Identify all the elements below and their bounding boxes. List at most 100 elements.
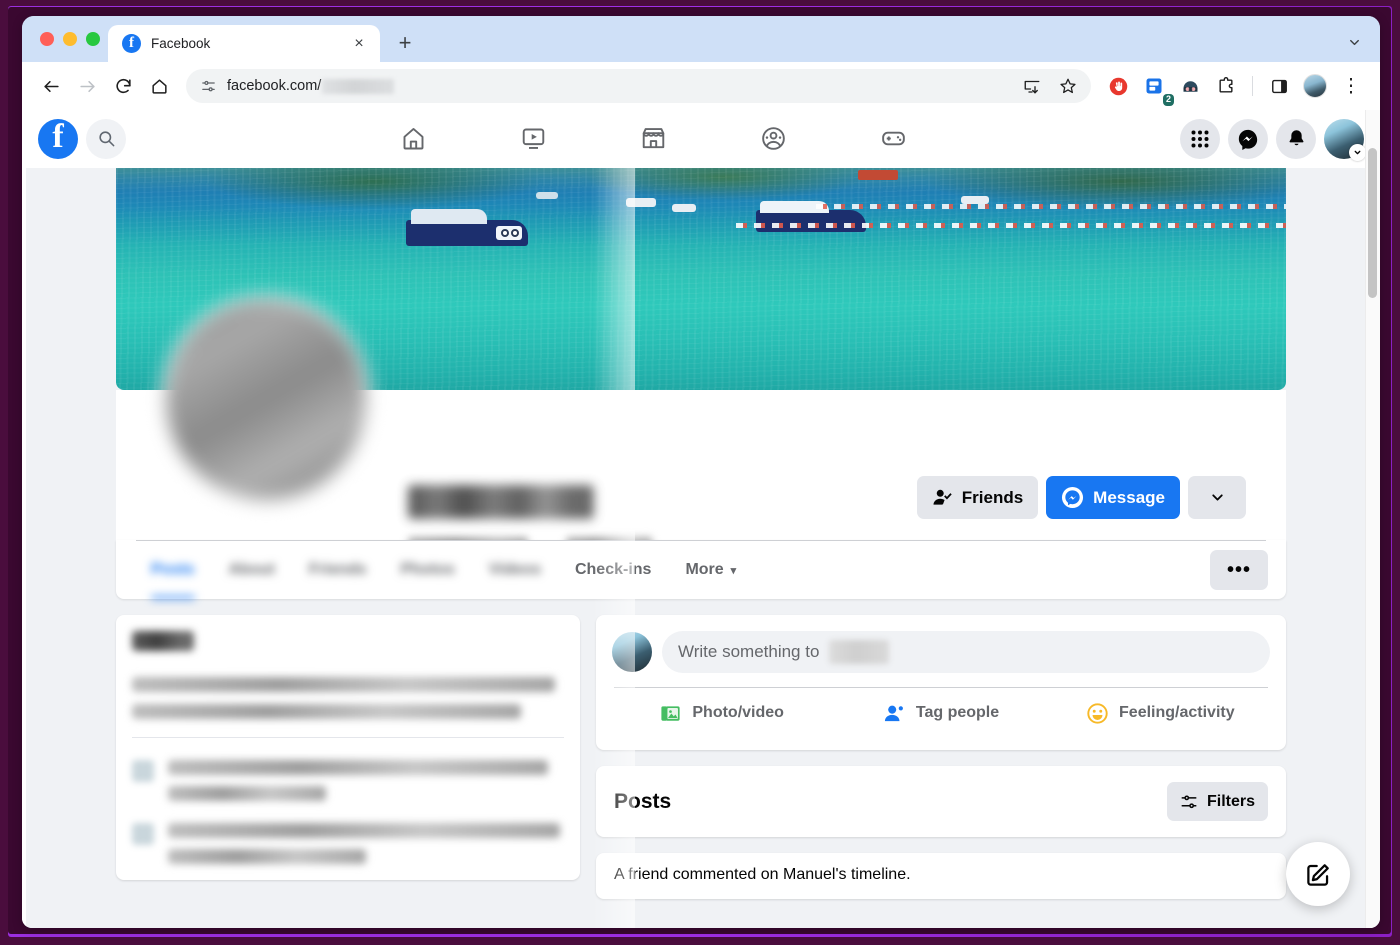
jetski-b (672, 204, 696, 212)
minimize-window-button[interactable] (63, 32, 77, 46)
composer-divider (614, 687, 1268, 688)
profile-tabbar-wrap: Posts About Friends Photos Videos Check-… (116, 540, 1286, 599)
puzzle-extensions-icon[interactable] (1209, 69, 1243, 103)
close-window-button[interactable] (40, 32, 54, 46)
browser-toolbar: facebook.com/ 2 ⋮ (22, 62, 1380, 110)
browser-profile-avatar[interactable] (1298, 69, 1332, 103)
tag-people-icon (883, 702, 906, 725)
feeling-activity-label: Feeling/activity (1119, 704, 1235, 721)
compose-post-fab[interactable] (1286, 842, 1350, 906)
profile-tab-friends[interactable]: Friends (292, 541, 384, 599)
intro-divider (132, 737, 564, 738)
omnibox-actions (1015, 69, 1085, 103)
reload-button[interactable] (106, 69, 140, 103)
profile-tab-label: Check-ins (574, 561, 652, 578)
message-button-label: Message (1093, 487, 1165, 507)
feeling-activity-button[interactable]: Feeling/activity (1051, 692, 1270, 734)
nav-tab-gaming[interactable] (866, 119, 920, 159)
intro-card (116, 615, 580, 880)
adblock-extension-icon[interactable] (1101, 69, 1135, 103)
bell-icon[interactable] (1276, 118, 1316, 159)
facebook-logo[interactable]: f (38, 118, 78, 159)
post-composer-card: Write something to Photo/video Tag peopl… (596, 615, 1286, 750)
nav-tab-groups[interactable] (746, 119, 800, 159)
profile-content-columns: Write something to Photo/video Tag peopl… (116, 615, 1286, 899)
maximize-window-button[interactable] (86, 32, 100, 46)
facebook-profile-page: Friends Message Posts About Friends Phot… (22, 168, 1380, 899)
composer-placeholder: Write something to (678, 642, 820, 661)
intro-detail-row (132, 760, 564, 801)
profile-tab-label: Videos (488, 561, 541, 578)
forward-button[interactable] (70, 69, 104, 103)
profile-tab-videos[interactable]: Videos (472, 541, 558, 599)
close-tab-button[interactable]: × (348, 33, 370, 55)
facebook-nav-right (1180, 118, 1366, 161)
browser-menu-button[interactable]: ⋮ (1334, 69, 1368, 103)
page-scrollbar[interactable] (1365, 110, 1380, 928)
back-button[interactable] (34, 69, 68, 103)
profile-tab-checkins[interactable]: Check-ins (558, 541, 668, 599)
message-button[interactable]: Message (1046, 476, 1180, 519)
jetski-d (536, 192, 558, 199)
bookmark-star-icon[interactable] (1051, 69, 1085, 103)
address-bar[interactable]: facebook.com/ (186, 69, 1091, 103)
scrollbar-thumb[interactable] (1368, 148, 1377, 298)
messenger-icon (1061, 486, 1084, 509)
install-app-icon[interactable] (1015, 69, 1049, 103)
extension-badge-count: 2 (1162, 94, 1174, 106)
buoy-line-far (816, 204, 1286, 209)
profile-tab-label: Friends (308, 561, 367, 578)
page-viewport: f Friends Message Posts About Friends Ph… (22, 110, 1380, 928)
profile-overflow-button[interactable]: ••• (1210, 550, 1268, 590)
toolbar-divider (1252, 76, 1253, 96)
tab-search-caret-icon[interactable] (1340, 28, 1368, 56)
composer-input[interactable]: Write something to (662, 631, 1270, 673)
work-icon (132, 760, 154, 782)
menu-grid-icon[interactable] (1180, 118, 1220, 159)
right-column: Write something to Photo/video Tag peopl… (596, 615, 1286, 899)
tag-people-button[interactable]: Tag people (831, 692, 1050, 734)
buoy-line-near (736, 223, 1286, 228)
profile-tab-label: About (228, 561, 275, 578)
nav-tab-video[interactable] (506, 119, 560, 159)
browser-tab-facebook[interactable]: f Facebook × (108, 25, 380, 62)
first-post-card[interactable]: A friend commented on Manuel's timeline. (596, 853, 1286, 899)
browser-window: f Facebook × + facebook.com/ 2 ⋮ f Frien… (22, 16, 1380, 928)
nav-tab-home[interactable] (386, 119, 440, 159)
url-redacted-block (322, 78, 395, 94)
new-tab-button[interactable]: + (390, 28, 420, 58)
notes-extension-icon[interactable]: 2 (1137, 69, 1174, 106)
avatar (1303, 74, 1327, 98)
friends-button[interactable]: Friends (916, 476, 1039, 519)
profile-tab-posts[interactable]: Posts (134, 541, 212, 599)
tag-people-label: Tag people (915, 704, 1000, 721)
account-avatar-button[interactable] (1324, 118, 1366, 161)
profile-tab-photos[interactable]: Photos (384, 541, 472, 599)
profile-tab-label: Posts (151, 561, 195, 578)
messenger-icon[interactable] (1228, 118, 1268, 159)
facebook-nav-tabs (126, 119, 1180, 159)
profile-tab-more[interactable]: More ▾ (668, 541, 753, 599)
intro-card-title-redacted (132, 631, 194, 651)
photo-video-button[interactable]: Photo/video (612, 692, 831, 734)
site-settings-icon[interactable] (200, 78, 217, 95)
nav-tab-marketplace[interactable] (626, 119, 680, 159)
composer-top-row: Write something to (612, 631, 1270, 673)
side-panel-icon[interactable] (1262, 69, 1296, 103)
url-text: facebook.com/ (227, 78, 395, 94)
boat-left (406, 209, 528, 250)
profile-more-dropdown-button[interactable] (1188, 476, 1246, 519)
profile-tab-about[interactable]: About (212, 541, 292, 599)
profile-tab-label: Photos (400, 561, 455, 578)
filters-button[interactable]: Filters (1166, 782, 1268, 821)
avatar-extension-icon[interactable] (1173, 69, 1207, 103)
jetski-a (626, 198, 656, 207)
home-button[interactable] (142, 69, 176, 103)
composer-actions: Photo/video Tag people Feeling/activity (612, 692, 1270, 734)
search-icon[interactable] (86, 118, 126, 159)
chevron-down-icon (1349, 143, 1366, 161)
friend-check-icon (932, 487, 953, 508)
profile-tab-label: More (685, 561, 724, 578)
profile-avatar[interactable] (161, 295, 371, 505)
feeling-activity-icon (1086, 702, 1109, 725)
